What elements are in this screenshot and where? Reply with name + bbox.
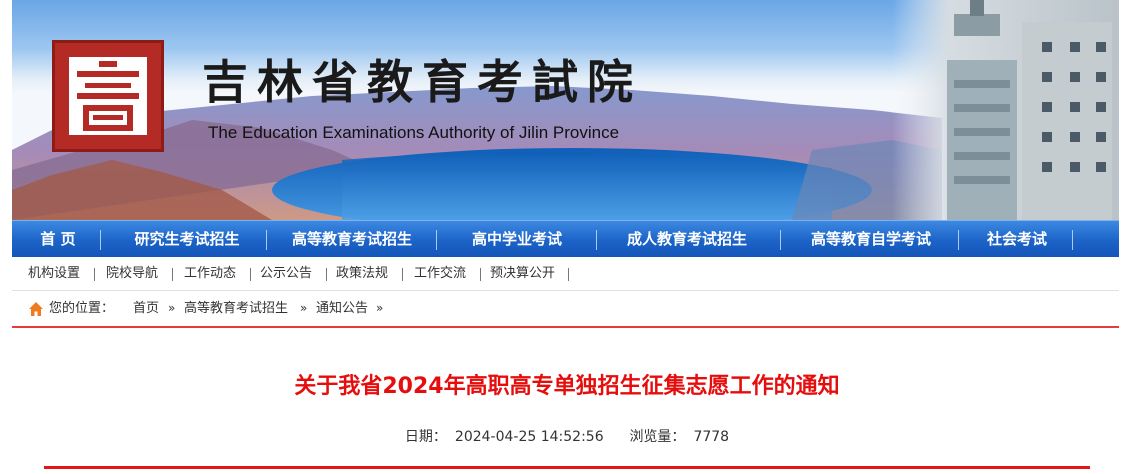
subnav-item-policies[interactable]: 政策法规: [336, 257, 388, 291]
subnav-item-organization[interactable]: 机构设置: [28, 257, 80, 291]
subnav-separator: [172, 268, 173, 281]
site-subtitle: The Education Examinations Authority of …: [208, 123, 620, 142]
subnav-item-colleges[interactable]: 院校导航: [106, 257, 158, 291]
views-label: 浏览量：: [629, 429, 686, 445]
article-date: 2024-04-25 14:52:56: [454, 429, 604, 445]
subnav-separator: [94, 268, 95, 281]
nav-separator: [266, 230, 267, 250]
subnav-item-news[interactable]: 工作动态: [184, 257, 236, 291]
article-title: 关于我省2024年高职高专单独招生征集志愿工作的通知: [294, 374, 840, 399]
page-gutter-left: [0, 0, 12, 474]
breadcrumb-separator: »: [376, 301, 384, 315]
breadcrumb-separator: »: [300, 301, 308, 315]
subnav-item-notices[interactable]: 公示公告: [260, 257, 312, 291]
nav-separator: [1072, 230, 1073, 250]
nav-item-social-exams[interactable]: 社会考试: [964, 221, 1070, 258]
subnav-item-exchange[interactable]: 工作交流: [414, 257, 466, 291]
nav-separator: [780, 230, 781, 250]
breadcrumb-item-home[interactable]: 首页: [133, 292, 159, 326]
breadcrumb: 您的位置： 首页 » 高等教育考试招生 » 通知公告 »: [12, 292, 1122, 326]
nav-item-adult-ed[interactable]: 成人教育考试招生: [602, 221, 772, 258]
nav-separator: [958, 230, 959, 250]
subnav-separator: [326, 268, 327, 281]
main-nav: 首 页 研究生考试招生 高等教育考试招生 高中学业考试 成人教育考试招生 高等教…: [12, 220, 1122, 257]
subnav-separator: [250, 268, 251, 281]
home-icon: [29, 302, 43, 316]
nav-separator: [436, 230, 437, 250]
nav-item-graduate[interactable]: 研究生考试招生: [112, 221, 262, 258]
breadcrumb-item-notices[interactable]: 通知公告: [316, 292, 368, 326]
article-panel: 关于我省2024年高职高专单独招生征集志愿工作的通知 日期： 2024-04-25…: [12, 326, 1122, 474]
site-banner: 吉林省教育考試院 The Education Examinations Auth…: [12, 0, 1122, 220]
logo-emblem: [69, 57, 147, 135]
sub-nav: 机构设置 院校导航 工作动态 公示公告 政策法规 工作交流 预决算公开: [12, 257, 1122, 291]
breadcrumb-prefix: 您的位置：: [49, 301, 115, 316]
title-divider: [44, 466, 1090, 469]
nav-item-higher-ed[interactable]: 高等教育考试招生: [272, 221, 432, 258]
page-gutter-right: [1119, 0, 1127, 474]
subnav-separator: [402, 268, 403, 281]
subnav-separator: [568, 268, 569, 281]
nav-separator: [100, 230, 101, 250]
date-label: 日期：: [404, 429, 447, 445]
nav-item-self-study[interactable]: 高等教育自学考试: [786, 221, 956, 258]
article-meta: 日期： 2024-04-25 14:52:56 浏览量： 7778: [12, 426, 1122, 446]
view-count: 7778: [693, 429, 730, 445]
nav-item-high-school[interactable]: 高中学业考试: [442, 221, 592, 258]
site-title: 吉林省教育考試院: [202, 55, 642, 109]
breadcrumb-separator: »: [168, 301, 176, 315]
breadcrumb-item-higher-ed[interactable]: 高等教育考试招生: [184, 292, 288, 326]
site-logo[interactable]: [52, 40, 164, 152]
nav-separator: [596, 230, 597, 250]
nav-item-home[interactable]: 首 页: [26, 221, 90, 258]
subnav-item-budget[interactable]: 预决算公开: [490, 257, 555, 291]
subnav-separator: [480, 268, 481, 281]
